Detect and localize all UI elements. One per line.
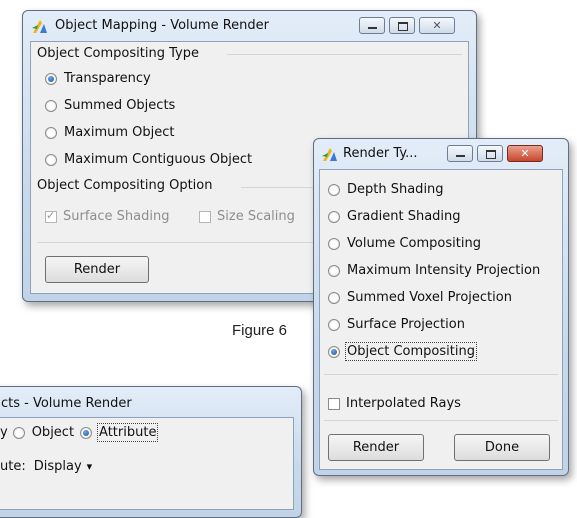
radio-summed-voxel-projection[interactable]: Summed Voxel Projection <box>328 290 512 305</box>
objects-window: cts - Volume Render y Object Attribute u… <box>0 386 302 518</box>
close-icon: ✕ <box>432 19 442 32</box>
maximize-button[interactable] <box>477 145 503 162</box>
minimize-button[interactable] <box>359 17 385 34</box>
attribute-dropdown[interactable]: Display <box>34 459 82 474</box>
checkbox-surface-shading[interactable]: Surface Shading <box>45 209 169 224</box>
minimize-button[interactable] <box>447 145 473 162</box>
radio-gradient-shading[interactable]: Gradient Shading <box>328 209 461 224</box>
maximize-button[interactable] <box>389 17 415 34</box>
radio-volume-compositing[interactable]: Volume Compositing <box>328 236 481 251</box>
radio-icon <box>328 291 340 304</box>
radio-icon <box>328 183 340 196</box>
minimize-icon <box>368 27 377 29</box>
close-button[interactable]: ✕ <box>507 145 543 162</box>
attribute-row: ute: Display ▾ <box>0 459 93 474</box>
radio-icon <box>45 126 57 139</box>
render-type-titlebar[interactable]: Render Ty... ✕ <box>314 139 568 169</box>
render-type-client: Depth Shading Gradient Shading Volume Co… <box>319 169 563 470</box>
radio-icon <box>45 99 57 112</box>
checkbox-size-scaling[interactable]: Size Scaling <box>199 209 295 224</box>
radio-maximum-contiguous-object[interactable]: Maximum Contiguous Object <box>45 152 252 167</box>
radio-selected-icon <box>45 72 57 85</box>
radio-maximum-intensity-projection[interactable]: Maximum Intensity Projection <box>328 263 540 278</box>
separator <box>324 374 558 375</box>
radio-icon[interactable] <box>12 426 25 439</box>
separator <box>324 420 558 421</box>
radio-selected-icon <box>328 345 340 358</box>
close-icon: ✕ <box>520 147 530 160</box>
window-controls: ✕ <box>359 17 455 34</box>
radio-icon <box>328 318 340 331</box>
window-title: cts - Volume Render <box>1 396 132 411</box>
radio-icon <box>328 264 340 277</box>
app-icon <box>32 20 47 33</box>
radio-depth-shading[interactable]: Depth Shading <box>328 182 444 197</box>
checkbox-interpolated-rays[interactable]: Interpolated Rays <box>328 396 461 411</box>
radio-surface-projection[interactable]: Surface Projection <box>328 317 465 332</box>
app-icon <box>322 148 337 161</box>
radio-transparency[interactable]: Transparency <box>45 71 151 86</box>
radio-object-compositing[interactable]: Object Compositing <box>328 342 477 361</box>
radio-object-label[interactable]: Object <box>32 425 74 440</box>
close-button[interactable]: ✕ <box>419 17 455 34</box>
maximize-icon <box>486 150 496 159</box>
figure-caption: Figure 6 <box>232 322 288 339</box>
compositing-type-header: Object Compositing Type <box>37 46 199 61</box>
radio-maximum-object[interactable]: Maximum Object <box>45 125 175 140</box>
display-by-row: y Object Attribute <box>0 423 159 442</box>
render-button[interactable]: Render <box>328 434 424 461</box>
radio-icon <box>328 237 340 250</box>
window-controls: ✕ <box>447 145 543 162</box>
radio-icon <box>45 153 57 166</box>
radio-attribute-label[interactable]: Attribute <box>97 423 159 442</box>
compositing-option-header: Object Compositing Option <box>37 178 213 193</box>
radio-summed-objects[interactable]: Summed Objects <box>45 98 175 113</box>
checkbox-icon <box>328 397 340 410</box>
render-type-window: Render Ty... ✕ Depth Shading Gradient Sh… <box>313 138 569 476</box>
checkbox-checked-icon <box>45 209 57 223</box>
object-mapping-titlebar[interactable]: Object Mapping - Volume Render ✕ <box>23 11 476 41</box>
done-button[interactable]: Done <box>454 434 550 461</box>
window-title: Object Mapping - Volume Render <box>55 18 269 33</box>
radio-icon <box>328 210 340 223</box>
checkbox-icon <box>199 210 211 223</box>
objects-client: y Object Attribute ute: Display ▾ <box>0 417 294 510</box>
maximize-icon <box>398 22 408 31</box>
group-divider <box>227 54 462 55</box>
radio-selected-icon[interactable] <box>80 426 93 439</box>
render-button[interactable]: Render <box>45 256 149 283</box>
objects-titlebar[interactable]: cts - Volume Render <box>0 387 301 417</box>
chevron-down-icon[interactable]: ▾ <box>87 460 93 473</box>
window-title: Render Ty... <box>343 146 418 161</box>
minimize-icon <box>456 155 465 157</box>
